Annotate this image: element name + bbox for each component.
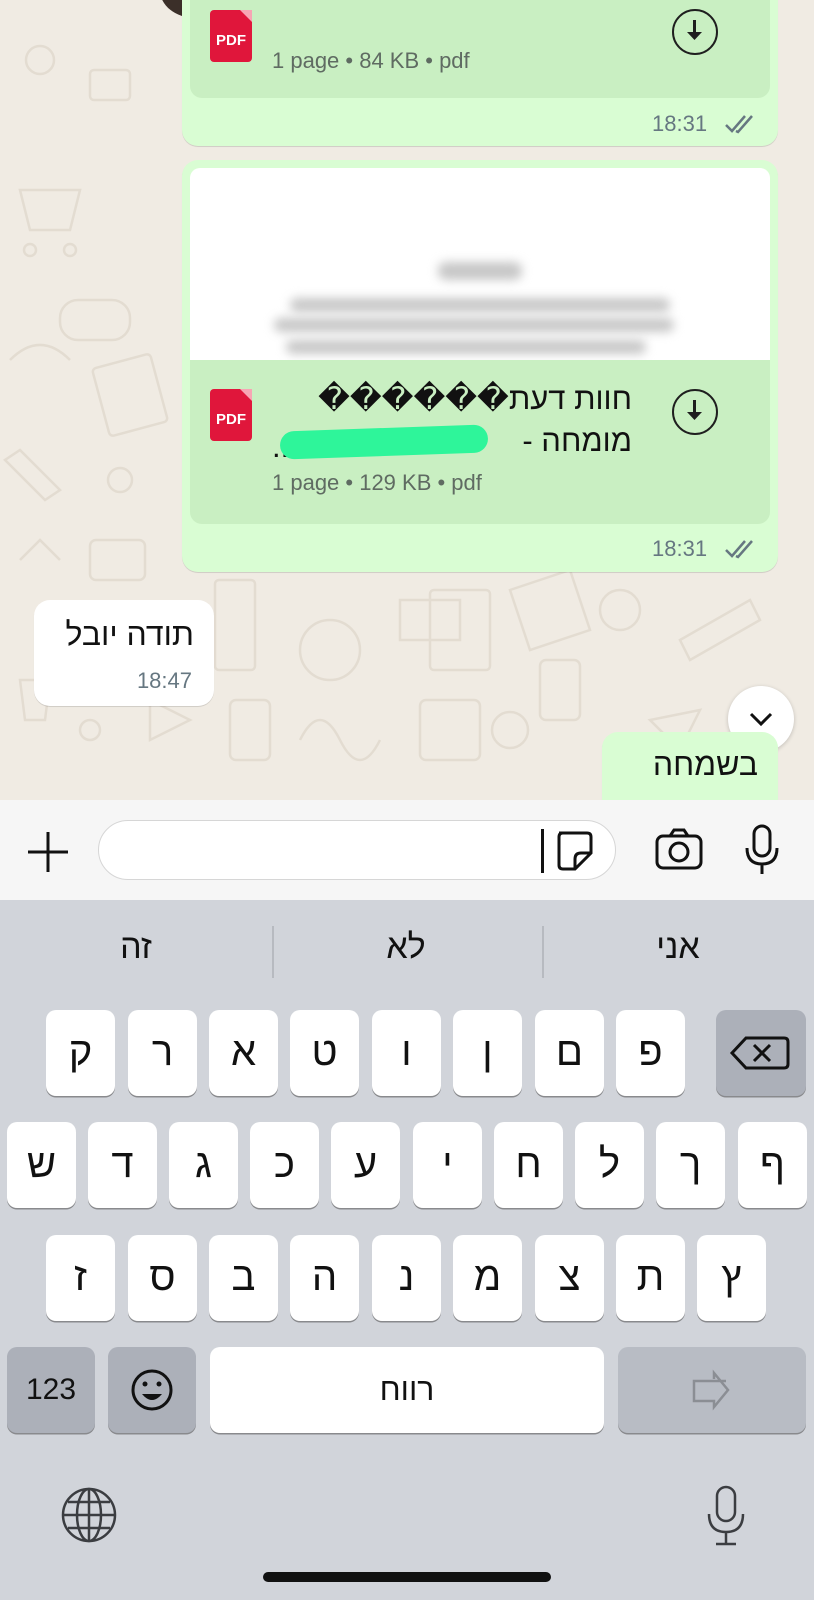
suggestion-3[interactable]: אני — [578, 928, 778, 967]
key[interactable]: ב — [209, 1235, 278, 1321]
sticker-icon[interactable] — [551, 829, 595, 873]
key[interactable]: ם — [535, 1010, 604, 1096]
key[interactable]: ר — [128, 1010, 197, 1096]
back-chevron-icon[interactable] — [18, 0, 48, 6]
double-check-icon — [725, 115, 753, 134]
suggestion-1[interactable]: זה — [36, 928, 236, 967]
outgoing-message-document[interactable]: PDF חוות דעת������ מומחה - ... 1 page • … — [182, 160, 778, 572]
backspace-key[interactable] — [716, 1010, 806, 1096]
chat-area[interactable]: PDF 1 page • 84 KB • pdf 18:31 PDF חוות … — [0, 0, 814, 800]
document-card[interactable]: PDF 1 page • 84 KB • pdf — [190, 0, 770, 98]
key[interactable]: מ — [453, 1235, 522, 1321]
numbers-key[interactable]: 123 — [7, 1347, 95, 1433]
key[interactable]: ך — [656, 1122, 725, 1208]
key[interactable]: ק — [46, 1010, 115, 1096]
key[interactable]: ש — [7, 1122, 76, 1208]
key[interactable]: ץ — [697, 1235, 766, 1321]
key[interactable]: צ — [535, 1235, 604, 1321]
return-arrow-icon — [692, 1369, 730, 1411]
incoming-message-text[interactable]: תודה יובל 18:47 — [34, 600, 214, 706]
key[interactable]: ז — [46, 1235, 115, 1321]
key[interactable]: ח — [494, 1122, 563, 1208]
key[interactable]: נ — [372, 1235, 441, 1321]
key[interactable]: א — [209, 1010, 278, 1096]
key[interactable]: כ — [250, 1122, 319, 1208]
suggestion-divider — [542, 926, 544, 978]
document-meta: 1 page • 129 KB • pdf — [272, 470, 482, 495]
key[interactable]: ן — [453, 1010, 522, 1096]
return-key[interactable] — [618, 1347, 806, 1433]
message-time: 18:47 — [136, 668, 192, 693]
key[interactable]: ו — [372, 1010, 441, 1096]
key[interactable]: ג — [169, 1122, 238, 1208]
message-text: תודה יובל — [65, 616, 194, 652]
key[interactable]: ה — [290, 1235, 359, 1321]
home-indicator — [263, 1572, 551, 1582]
message-input[interactable] — [98, 820, 616, 880]
outgoing-message-text[interactable]: בשמחה — [602, 732, 778, 800]
message-text: בשמחה — [652, 746, 758, 782]
document-preview[interactable] — [190, 168, 770, 360]
key[interactable]: פ — [616, 1010, 685, 1096]
emoji-key[interactable] — [108, 1347, 196, 1433]
camera-icon[interactable] — [654, 826, 704, 872]
double-check-icon — [725, 540, 753, 559]
key[interactable]: ע — [331, 1122, 400, 1208]
key[interactable]: ט — [290, 1010, 359, 1096]
document-name: חוות דעת������ — [318, 381, 632, 416]
key[interactable]: ת — [616, 1235, 685, 1321]
key[interactable]: ף — [738, 1122, 807, 1208]
space-key[interactable]: רווח — [210, 1347, 604, 1433]
dictation-microphone-icon[interactable] — [704, 1484, 748, 1548]
message-composer — [0, 800, 814, 900]
microphone-icon[interactable] — [742, 822, 782, 878]
key[interactable]: ד — [88, 1122, 157, 1208]
emoji-icon — [131, 1369, 173, 1411]
download-icon[interactable] — [672, 389, 718, 435]
document-meta: 1 page • 84 KB • pdf — [272, 48, 470, 73]
message-time: 18:31 — [652, 536, 708, 561]
outgoing-message-document[interactable]: PDF 1 page • 84 KB • pdf 18:31 — [182, 0, 778, 146]
pdf-file-icon: PDF — [210, 10, 252, 62]
key[interactable]: י — [413, 1122, 482, 1208]
text-cursor — [541, 829, 544, 873]
backspace-icon — [729, 1036, 790, 1070]
key[interactable]: ס — [128, 1235, 197, 1321]
download-icon[interactable] — [672, 9, 718, 55]
document-card[interactable]: PDF חוות דעת������ מומחה - ... 1 page • … — [190, 360, 770, 524]
globe-icon[interactable] — [60, 1486, 118, 1544]
key[interactable]: ל — [575, 1122, 644, 1208]
plus-icon[interactable] — [26, 830, 70, 874]
suggestion-divider — [272, 926, 274, 978]
pdf-file-icon: PDF — [210, 389, 252, 441]
suggestion-2[interactable]: לא — [306, 928, 506, 967]
message-time: 18:31 — [652, 111, 708, 136]
